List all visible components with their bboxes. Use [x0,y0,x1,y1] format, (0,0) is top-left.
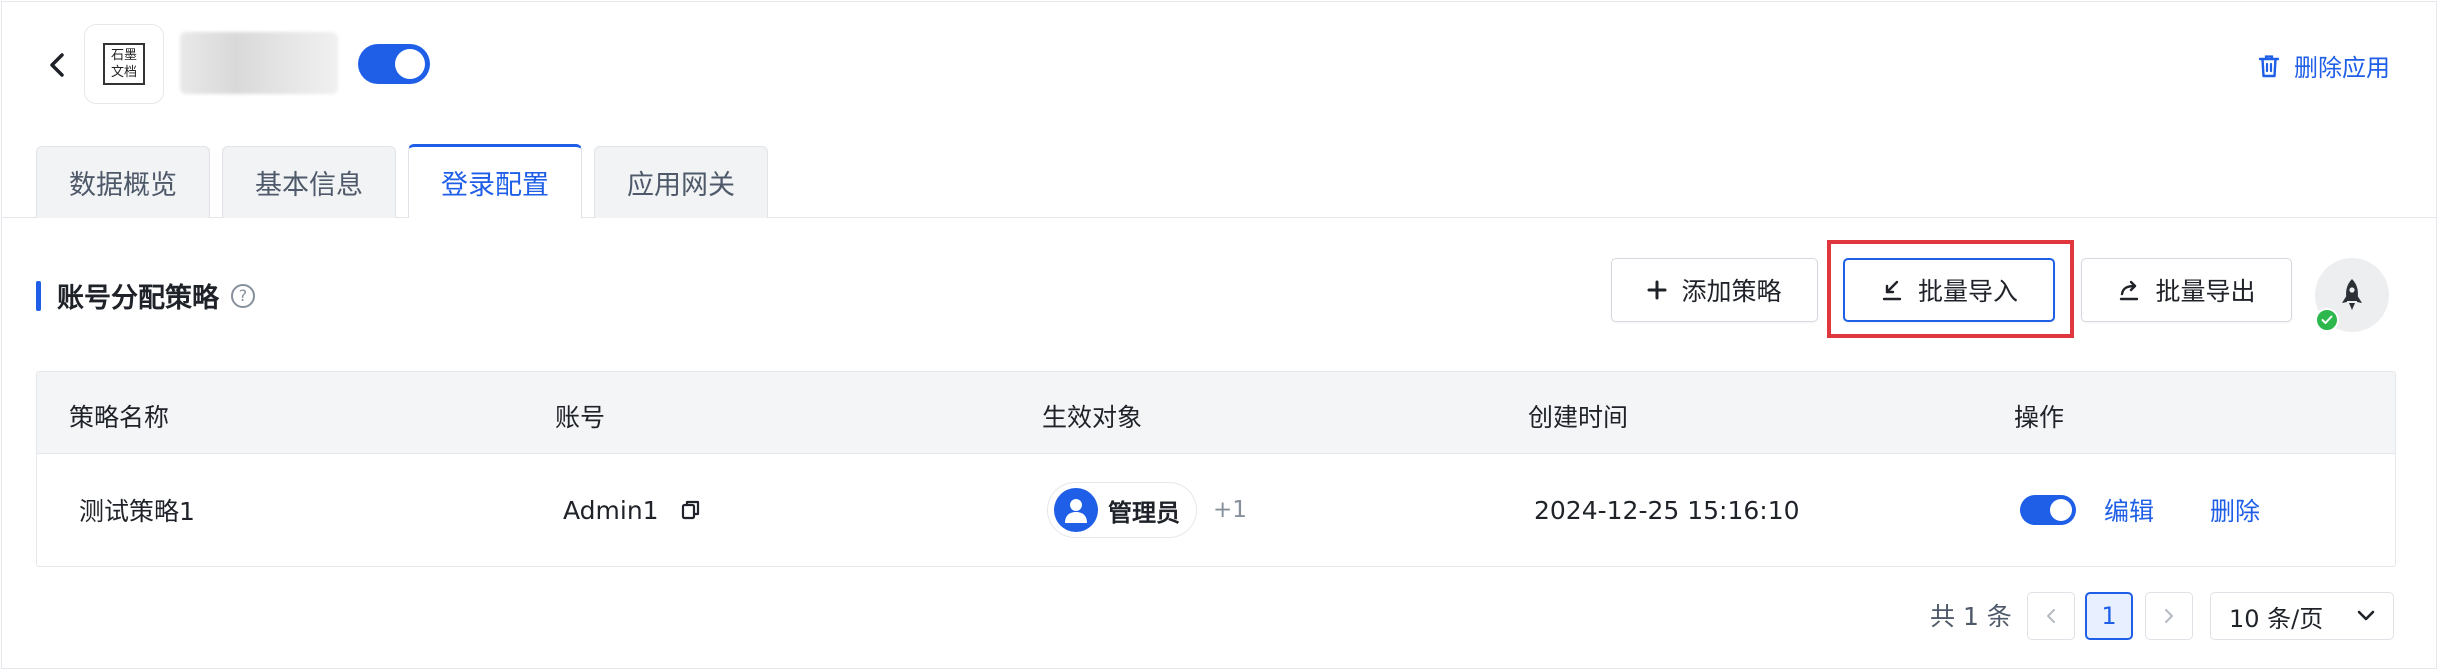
account-cell: Admin1 [563,454,701,566]
tab-app-gateway[interactable]: 应用网关 [594,146,768,218]
user-avatar-icon [1054,488,1098,532]
section-title: 账号分配策略 [57,283,219,314]
section-header: 账号分配策略 ? [36,276,255,315]
policy-name-cell: 测试策略1 [79,497,195,526]
back-button[interactable] [42,50,72,80]
column-header: 账号 [555,403,606,432]
batch-export-label: 批量导出 [2155,277,2256,306]
app-logo: 石墨 文档 [84,24,164,104]
target-cell: 管理员 +1 [1047,454,1247,566]
pagination-total: 共 1 条 [1930,602,2012,631]
batch-export-button[interactable]: 批量导出 [2081,258,2292,322]
plus-icon [1647,280,1667,300]
tab-bar: 数据概览 基本信息 登录配置 应用网关 [36,144,768,218]
check-icon [2321,315,2333,324]
export-icon [2120,280,2139,301]
tab-login-config[interactable]: 登录配置 [408,144,582,218]
delete-app-label: 删除应用 [2294,54,2390,82]
rocket-icon [2342,279,2362,310]
add-policy-label: 添加策略 [1681,277,1782,306]
status-check-badge [2315,308,2339,332]
table-header: 策略名称 账号 生效对象 创建时间 操作 [37,372,2395,454]
column-header: 策略名称 [69,403,170,432]
logo-text-line1: 石墨 [110,48,137,63]
rocket-launcher-button[interactable] [2315,258,2389,332]
help-icon[interactable]: ? [231,283,255,308]
app-enable-toggle[interactable] [358,44,430,84]
policy-enable-toggle[interactable] [2020,495,2076,525]
batch-import-label: 批量导入 [1917,277,2018,306]
page-size-value: 10 条/页 [2229,604,2324,633]
section-accent-bar [36,280,41,311]
page-size-select[interactable]: 10 条/页 [2210,592,2394,640]
logo-text-line2: 文档 [110,65,137,80]
chevron-left-icon [50,53,64,77]
tab-data-overview[interactable]: 数据概览 [36,146,210,218]
column-header: 创建时间 [1528,403,1629,432]
delete-link[interactable]: 删除 [2210,492,2260,528]
next-page-button[interactable] [2145,592,2193,640]
app-detail-panel: 石墨 文档 删除应用 数据概览 基本信息 登录配置 应用网关 账号分配策略 ? … [1,1,2437,669]
chevron-down-icon [2357,610,2375,621]
more-targets-count[interactable]: +1 [1213,497,1247,523]
trash-icon [2258,54,2280,77]
column-header: 操作 [2014,403,2065,432]
add-policy-button[interactable]: 添加策略 [1611,258,1818,322]
toggle-knob [2050,499,2072,521]
column-header: 生效对象 [1042,403,1143,432]
copy-icon[interactable] [681,499,701,521]
chevron-left-icon [2047,609,2055,623]
prev-page-button[interactable] [2027,592,2075,640]
policy-table: 策略名称 账号 生效对象 创建时间 操作 测试策略1 Admin1 管理员 +1… [36,371,2396,567]
app-logo-seal: 石墨 文档 [103,43,145,85]
edit-link[interactable]: 编辑 [2104,492,2154,528]
delete-app-button[interactable]: 删除应用 [2258,48,2390,83]
tab-basic-info[interactable]: 基本信息 [222,146,396,218]
page-number-current[interactable]: 1 [2085,592,2133,640]
chevron-right-icon [2165,609,2173,623]
batch-import-button[interactable]: 批量导入 [1843,258,2055,322]
actions-cell: 编辑 删除 [2020,454,2260,566]
toggle-knob [395,49,425,79]
table-row: 测试策略1 Admin1 管理员 +1 2024-12-25 15:16:10 … [37,454,2395,566]
import-icon [1882,280,1902,301]
created-time-cell: 2024-12-25 15:16:10 [1534,495,1800,525]
app-name-redacted [180,32,338,94]
target-member-chip[interactable]: 管理员 [1047,482,1197,538]
account-value: Admin1 [563,495,659,525]
target-member-label: 管理员 [1108,498,1180,527]
